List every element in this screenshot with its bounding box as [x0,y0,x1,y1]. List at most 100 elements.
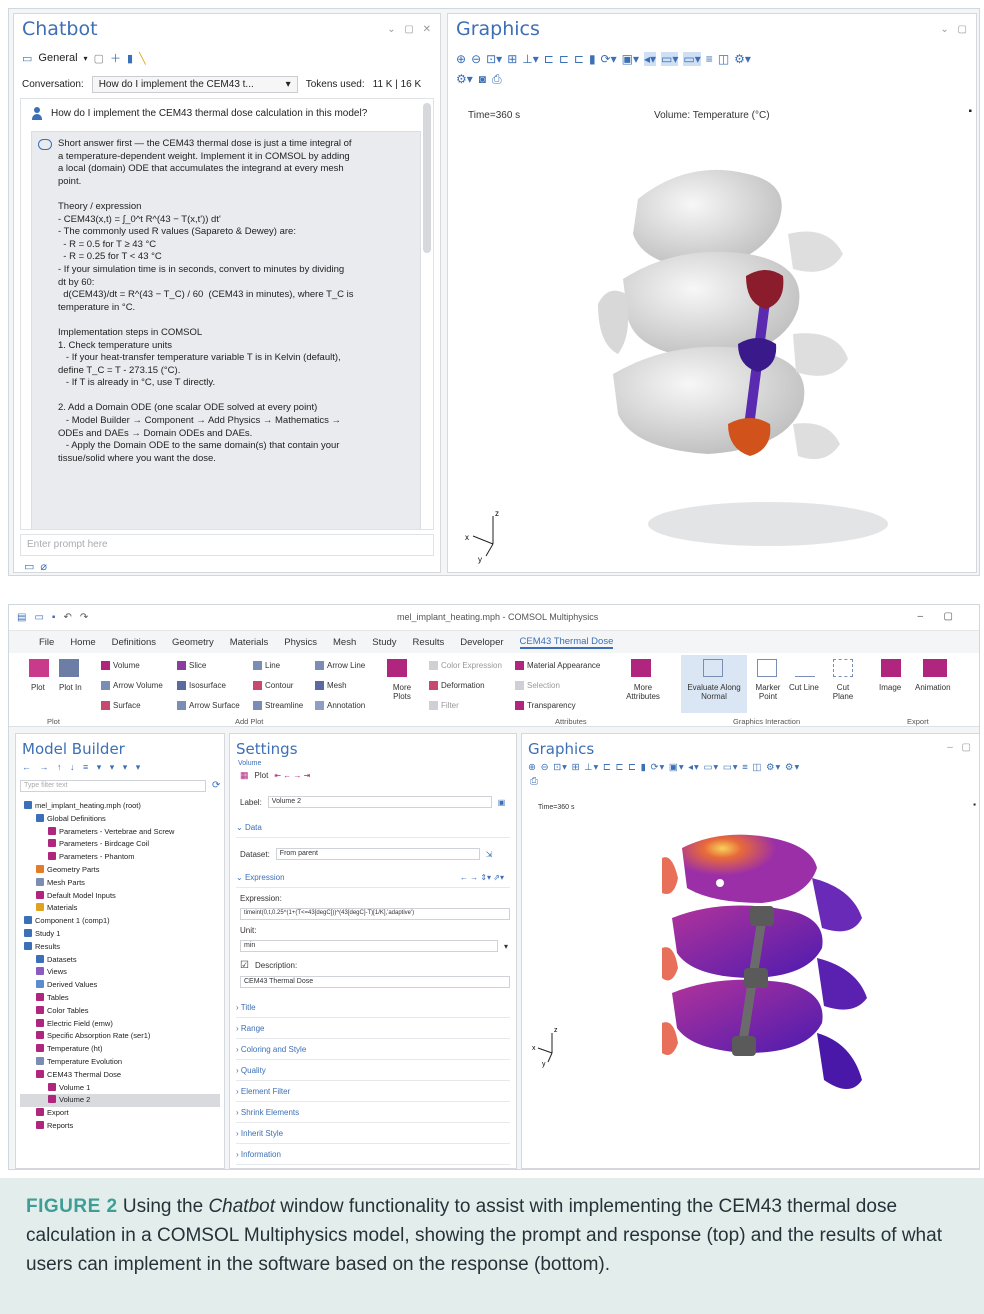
screenshot-icon[interactable]: ◙ [479,72,486,87]
deformation-button[interactable]: Deformation [429,681,485,690]
chat-scrollbar[interactable] [423,103,431,253]
selection-button[interactable]: Selection [515,681,560,690]
brush-icon[interactable]: ╲ [139,52,146,65]
settings-section[interactable]: › Coloring and Style [236,1040,510,1060]
streamline-button[interactable]: Streamline [253,701,303,710]
new-icon[interactable]: ▤ [17,612,26,623]
tree-item[interactable]: Volume 1 [20,1082,220,1095]
more-plots-icon[interactable] [387,659,407,677]
gear-icon[interactable]: ⚙▾ [456,72,473,87]
slice-button[interactable]: Slice [177,661,206,670]
tree-item[interactable]: Temperature Evolution [20,1056,220,1069]
general-dropdown[interactable]: General [38,52,77,64]
chevron-down-icon[interactable]: ▾ [504,942,508,951]
view-zx-icon[interactable]: ⊏ [574,52,584,66]
tree-item[interactable]: Results [20,941,220,954]
arrow-surface-button[interactable]: Arrow Surface [177,701,240,710]
line-button[interactable]: Line [253,661,280,670]
chevron-down-icon[interactable]: ▾ [84,54,88,63]
select-boundary-icon[interactable]: ▭▾ [683,52,701,66]
clear-icon[interactable]: ▢ [94,52,104,65]
tree-item[interactable]: Datasets [20,954,220,967]
tree-item[interactable]: Color Tables [20,1005,220,1018]
undo-icon[interactable]: ↶ [63,612,71,623]
open-icon[interactable]: ▭ [34,612,43,623]
print-icon[interactable]: ⎙ [492,72,502,87]
material-appearance-button[interactable]: Material Appearance [515,661,600,670]
conversation-select[interactable]: How do I implement the CEM43 t... ▾ [91,76,298,93]
zoom-extents-icon[interactable]: ⊞ [507,52,517,66]
tree-item[interactable]: Global Definitions [20,813,220,826]
redo-icon[interactable]: ↷ [80,612,88,623]
prompt-input[interactable]: Enter prompt here [20,534,434,556]
label-input[interactable]: Volume 2 [267,796,492,808]
settings-section[interactable]: › Information [236,1145,510,1165]
chat-icon[interactable]: ▭ [22,52,32,65]
tree-item[interactable]: Component 1 (comp1) [20,915,220,928]
animation-icon[interactable] [923,659,947,677]
expression-tools-icons[interactable]: ← → ⇕▾ ⇗▾ [460,873,504,882]
chat-history[interactable]: How do I implement the CEM43 thermal dos… [20,98,434,530]
rotate-icon[interactable]: ⟳▾ [601,52,617,66]
tree-item[interactable]: Electric Field (emw) [20,1018,220,1031]
grid-icon[interactable]: ≡ [706,52,713,66]
isosurface-button[interactable]: Isosurface [177,681,226,690]
menu-item[interactable]: CEM43 Thermal Dose [519,636,614,649]
settings-plot-button[interactable]: Plot [255,771,269,780]
menu-item[interactable]: Geometry [172,637,214,648]
tree-item[interactable]: Mesh Parts [20,877,220,890]
image-icon[interactable] [881,659,901,677]
add-icon[interactable]: ＋ [110,50,121,66]
zoom-out-icon[interactable]: ⊖ [471,52,481,66]
surface-button[interactable]: Surface [101,701,141,710]
tree-item[interactable]: Study 1 [20,928,220,941]
evaluate-icon[interactable] [703,659,723,677]
zoom-box-icon[interactable]: ⊡▾ [486,52,502,66]
menu-item[interactable]: File [39,637,54,648]
mesh-button[interactable]: Mesh [315,681,347,690]
dataset-select[interactable]: From parent [275,848,480,860]
tree-item[interactable]: Parameters - Birdcage Coil [20,838,220,851]
arrow-volume-button[interactable]: Arrow Volume [101,681,163,690]
more-attributes-button[interactable]: More Attributes [621,683,665,701]
axis-icon[interactable]: ⊥▾ [522,52,538,66]
print-icon[interactable]: ⎙ [530,776,538,787]
window-controls[interactable]: ⌄ ▢ [940,24,970,35]
volume-button[interactable]: Volume [101,661,140,670]
settings-section[interactable]: › Inherit Style [236,1124,510,1144]
tree-item[interactable]: Parameters - Vertebrae and Screw [20,826,220,839]
delete-icon[interactable]: ▮ [127,52,133,65]
annotation-button[interactable]: Annotation [315,701,365,710]
window-controls[interactable]: ⌄ ▢ ✕ [387,24,434,35]
tree-item[interactable]: Derived Values [20,979,220,992]
tree-item[interactable]: Tables [20,992,220,1005]
transparency-button[interactable]: Transparency [515,701,576,710]
contour-button[interactable]: Contour [253,681,293,690]
plot-in-icon[interactable] [59,659,79,677]
unit-select[interactable]: min [240,940,498,952]
view-yz-icon[interactable]: ⊏ [559,52,569,66]
settings-section[interactable]: › Shrink Elements [236,1103,510,1123]
tree-item[interactable]: Geometry Parts [20,864,220,877]
settings-section[interactable]: › Element Filter [236,1082,510,1102]
arrow-icons[interactable]: ⇤ ← → ⇥ [274,771,310,780]
menu-item[interactable]: Results [413,637,445,648]
filter-button[interactable]: Filter [429,701,459,710]
section-data[interactable]: ⌄ Data [236,818,510,838]
dose-model-bottom[interactable]: z x y [522,818,980,1168]
section-expression[interactable]: ⌄ Expression ← → ⇕▾ ⇗▾ [236,868,510,888]
model-tree[interactable]: mel_implant_heating.mph (root) Global Def… [20,800,220,1133]
tree-item[interactable]: mel_implant_heating.mph (root) [20,800,220,813]
tree-item[interactable]: CEM43 Thermal Dose [20,1069,220,1082]
expression-input[interactable]: timeint(0,t,0.25^(1+(T<=43[degC]))^(43[d… [240,908,510,920]
plot-in-button[interactable]: Plot In [59,683,82,692]
zoom-in-icon[interactable]: ⊕ [456,52,466,66]
tree-filter-input[interactable]: Type filter text [20,780,206,792]
more-plots-button[interactable]: More Plots [385,683,419,701]
tree-item[interactable]: Volume 2 [20,1094,220,1108]
view-xy-icon[interactable]: ⊏ [544,52,554,66]
menu-item[interactable]: Definitions [112,637,156,648]
tree-item[interactable]: Export [20,1107,220,1120]
settings-section[interactable]: › Range [236,1019,510,1039]
menu-item[interactable]: Materials [230,637,269,648]
